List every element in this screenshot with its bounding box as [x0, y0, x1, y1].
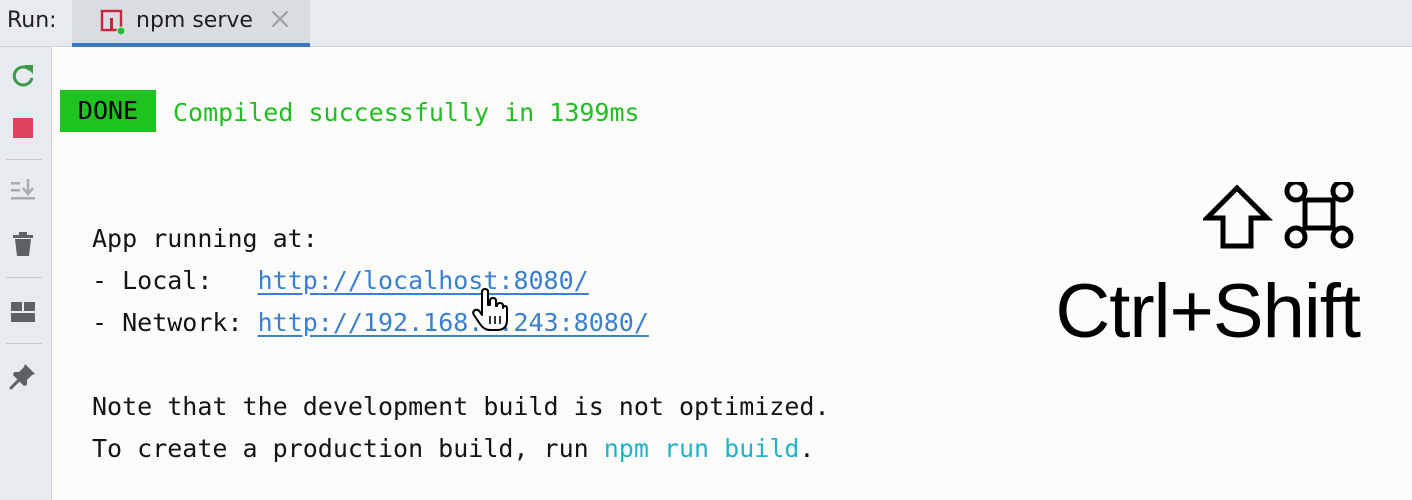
shortcut-label: Ctrl+Shift [1055, 269, 1361, 354]
local-url-link[interactable]: http://localhost:8080/ [258, 266, 589, 295]
trash-icon[interactable] [8, 229, 38, 259]
shift-key-icon [1200, 184, 1274, 249]
network-url-link[interactable]: http://192.168.1.243:8080/ [258, 308, 649, 337]
production-build-prefix: To create a production build, run [92, 434, 604, 463]
shortcut-mac-symbols [1200, 179, 1363, 254]
local-line: - Local: http://localhost:8080/ [92, 266, 589, 295]
tab-npm-serve[interactable]: npm serve [72, 0, 310, 47]
run-tool-window: Run: npm serve DONE Compiled successfull… [0, 0, 1412, 500]
rerun-icon[interactable] [8, 61, 38, 91]
tab-title: npm serve [136, 8, 253, 33]
run-tab-bar: Run: npm serve [0, 0, 1412, 47]
production-build-suffix: . [799, 434, 815, 463]
stop-icon[interactable] [8, 113, 38, 143]
compiled-message: Compiled successfully in 1399ms [173, 98, 640, 127]
toolbar-separator [6, 277, 42, 278]
run-label: Run: [7, 8, 57, 33]
npm-run-config-icon [100, 9, 126, 36]
toolbar-separator [6, 343, 42, 344]
run-toolbar [0, 47, 52, 500]
app-running-text: App running at: [92, 224, 318, 253]
command-key-icon [1284, 179, 1354, 249]
close-icon[interactable] [269, 8, 291, 30]
done-badge: DONE [60, 90, 156, 132]
scroll-to-end-icon[interactable] [8, 175, 38, 205]
npm-run-build-command: npm run build [603, 434, 800, 463]
toolbar-separator [6, 159, 42, 160]
hand-cursor-icon [472, 288, 508, 332]
network-line: - Network: http://192.168.1.243:8080/ [92, 308, 649, 337]
local-label: - Local: [92, 266, 258, 295]
note-text: Note that the development build is not o… [92, 392, 830, 421]
network-label: - Network: [92, 308, 258, 337]
pin-icon[interactable] [8, 361, 38, 391]
production-build-line: To create a production build, run npm ru… [92, 434, 814, 463]
layout-icon[interactable] [8, 297, 38, 327]
